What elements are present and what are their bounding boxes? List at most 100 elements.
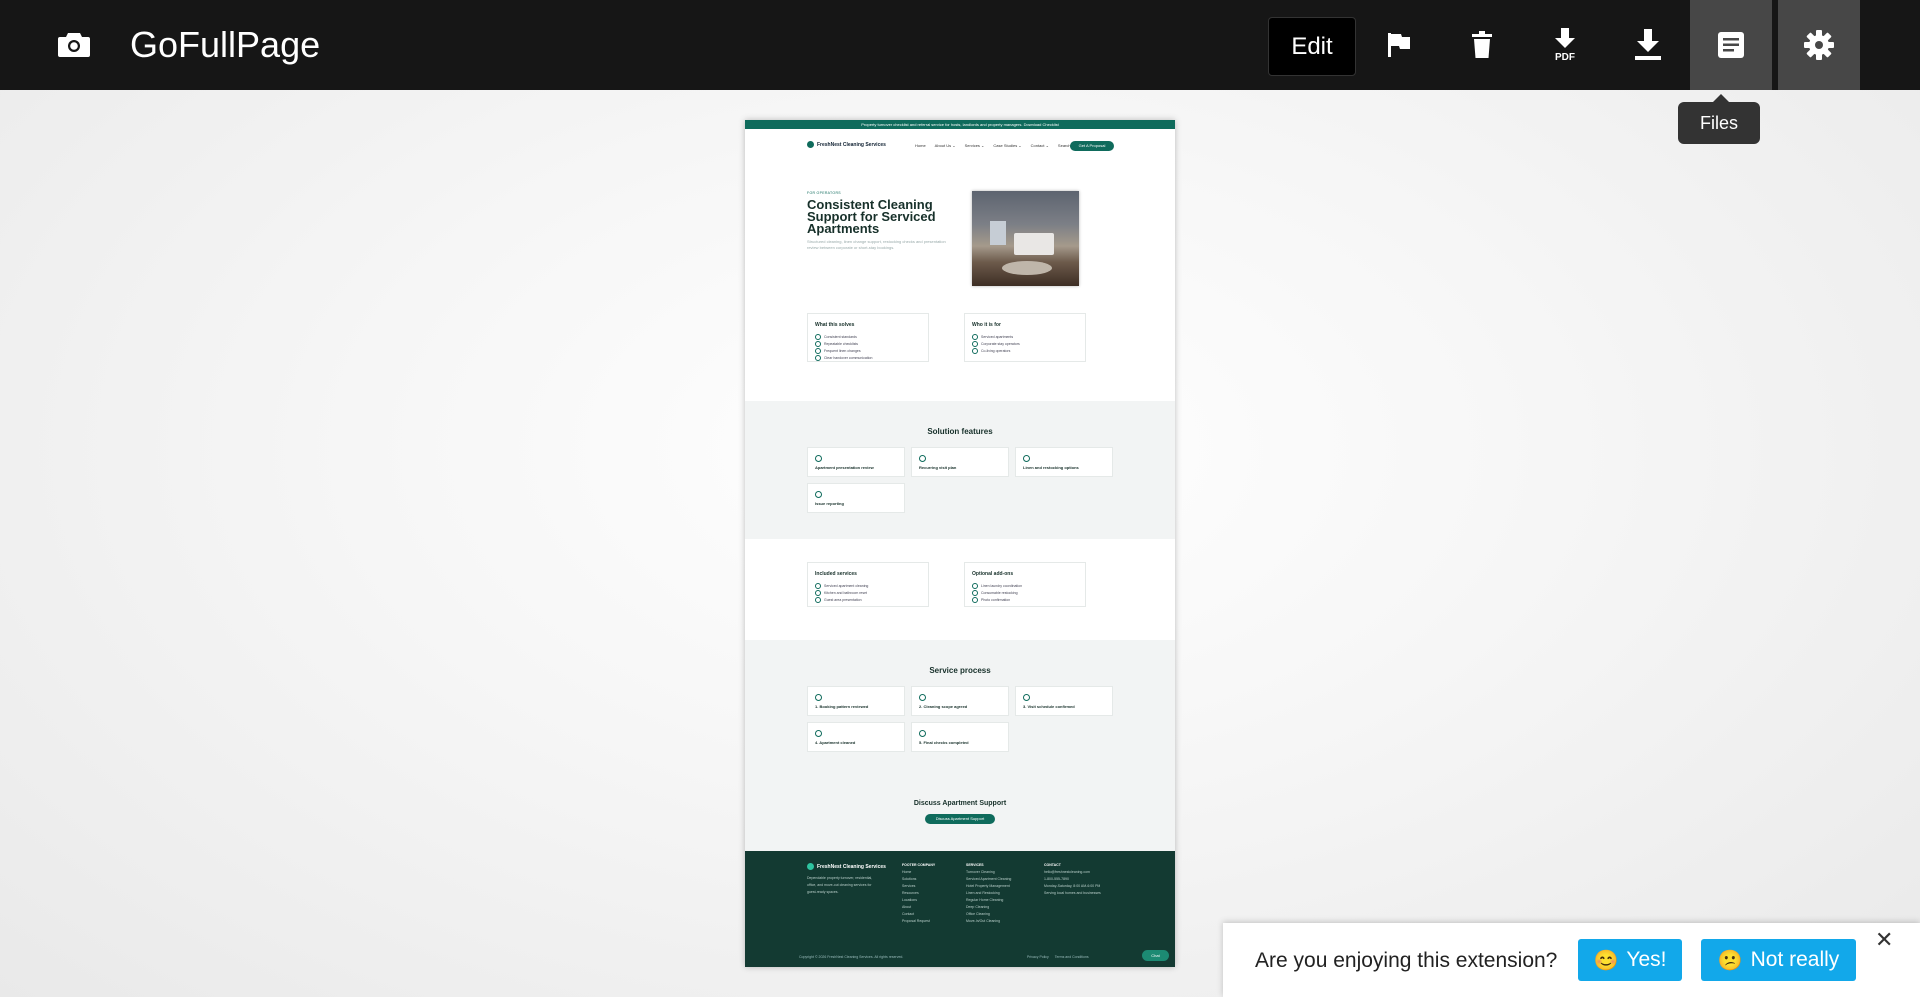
check-icon bbox=[972, 334, 978, 340]
footer-services-column: SERVICES Turnover Cleaning Serviced Apar… bbox=[966, 863, 1012, 923]
process-step-card: 5. Final checks completed bbox=[911, 722, 1009, 752]
check-icon bbox=[972, 341, 978, 347]
preview-nav: FreshNest Cleaning Services Home About U… bbox=[745, 129, 1175, 157]
footer-contact-column: CONTACT hello@freshnestcleaning.com 1-80… bbox=[1044, 863, 1101, 895]
card-title: Who it is for bbox=[972, 322, 1001, 328]
preview-menu-item: Services ⌄ bbox=[964, 143, 985, 148]
check-icon bbox=[1023, 455, 1030, 462]
brand: GoFullPage bbox=[58, 24, 320, 66]
list-item: Serviced apartment cleaning bbox=[815, 583, 868, 589]
flag-icon bbox=[1388, 33, 1410, 57]
check-icon bbox=[972, 590, 978, 596]
edit-button[interactable]: Edit bbox=[1268, 17, 1356, 76]
confused-emoji-icon: 😕 bbox=[1717, 949, 1743, 972]
app-title: GoFullPage bbox=[130, 24, 321, 65]
preview-menu-item: Case Studies ⌄ bbox=[993, 143, 1022, 148]
leaf-logo-icon bbox=[807, 141, 814, 148]
list-item: Repeatable checklists bbox=[815, 341, 858, 347]
check-icon bbox=[815, 491, 822, 498]
preview-menu-item: Contact ⌄ bbox=[1030, 143, 1049, 148]
download-image-button[interactable] bbox=[1607, 0, 1689, 90]
check-icon bbox=[815, 341, 821, 347]
feature-card: Issue reporting bbox=[807, 483, 905, 513]
footer-copyright: Copyright © 2026 FreshNest Cleaning Serv… bbox=[799, 955, 904, 959]
discuss-button: Discuss Apartment Support bbox=[925, 814, 995, 824]
footer-chat-button: Chat bbox=[1142, 950, 1169, 961]
card-title: Included services bbox=[815, 571, 857, 577]
leaf-logo-icon bbox=[807, 863, 814, 870]
captured-page-preview[interactable]: Property turnover checklist and referral… bbox=[745, 120, 1175, 967]
preview-menu-item: Search bbox=[1057, 143, 1071, 148]
check-icon bbox=[919, 694, 926, 701]
files-tooltip: Files bbox=[1678, 94, 1760, 144]
close-icon[interactable]: ✕ bbox=[1875, 927, 1893, 953]
check-icon bbox=[972, 597, 978, 603]
feature-card: Recurring visit plan bbox=[911, 447, 1009, 477]
process-step-card: 1. Booking pattern reviewed bbox=[807, 686, 905, 716]
preview-announcement-bar: Property turnover checklist and referral… bbox=[745, 120, 1175, 129]
included-services-card: Included services Serviced apartment cle… bbox=[807, 562, 929, 607]
check-icon bbox=[815, 730, 822, 737]
check-icon bbox=[972, 583, 978, 589]
check-icon bbox=[815, 597, 821, 603]
document-icon bbox=[1718, 32, 1744, 58]
download-pdf-button[interactable]: PDF bbox=[1524, 0, 1606, 90]
footer-blurb: Dependable property turnover, residentia… bbox=[807, 876, 873, 894]
footer-legal: Privacy Policy Terms and Conditions bbox=[1027, 955, 1089, 959]
top-bar: GoFullPage Edit PDF bbox=[0, 0, 1920, 90]
check-icon bbox=[815, 348, 821, 354]
check-icon bbox=[919, 455, 926, 462]
list-item: Linen laundry coordination bbox=[972, 583, 1022, 589]
check-icon bbox=[815, 694, 822, 701]
optional-addons-card: Optional add-ons Linen laundry coordinat… bbox=[964, 562, 1086, 607]
feature-card: Linen and restocking options bbox=[1015, 447, 1113, 477]
bedroom-photo bbox=[972, 191, 1079, 286]
flag-button[interactable] bbox=[1358, 0, 1440, 90]
process-step-card: 4. Apartment cleaned bbox=[807, 722, 905, 752]
check-icon bbox=[815, 355, 821, 361]
list-item: Frequent linen changes bbox=[815, 348, 861, 354]
settings-button[interactable] bbox=[1778, 0, 1860, 90]
footer-company-column: FOOTER COMPANY Home Solutions Services R… bbox=[902, 863, 936, 923]
footer-logo: FreshNest Cleaning Services bbox=[807, 863, 886, 870]
preview-menu-item: About Us ⌄ bbox=[934, 143, 956, 148]
files-button[interactable] bbox=[1690, 0, 1772, 90]
service-process-section: Service process 1. Booking pattern revie… bbox=[745, 640, 1175, 851]
list-item: Serviced apartments bbox=[972, 334, 1013, 340]
check-icon bbox=[972, 348, 978, 354]
delete-button[interactable] bbox=[1441, 0, 1523, 90]
preview-menu-item: Home bbox=[915, 143, 926, 148]
list-item: Photo confirmation bbox=[972, 597, 1010, 603]
gear-icon bbox=[1804, 30, 1834, 60]
process-step-card: 2. Cleaning scope agreed bbox=[911, 686, 1009, 716]
preview-lede: Structured cleaning, linen change suppor… bbox=[807, 239, 946, 250]
yes-button[interactable]: 😊 Yes! bbox=[1578, 939, 1682, 981]
feature-card: Apartment presentation review bbox=[807, 447, 905, 477]
preview-hero: FOR OPERATORS Consistent Cleaning Suppor… bbox=[745, 157, 1175, 287]
preview-logo-text: FreshNest Cleaning Services bbox=[817, 141, 886, 148]
not-really-label: Not really bbox=[1750, 948, 1840, 971]
list-item: Kitchen and bathroom reset bbox=[815, 590, 867, 596]
card-title: What this solves bbox=[815, 322, 855, 328]
preview-kicker: FOR OPERATORS bbox=[807, 191, 841, 195]
list-item: Co-living operators bbox=[972, 348, 1010, 354]
preview-heading: Consistent Cleaning Support for Serviced… bbox=[807, 197, 936, 236]
svg-text:PDF: PDF bbox=[1555, 52, 1575, 62]
list-item: Consumable restocking bbox=[972, 590, 1018, 596]
smile-emoji-icon: 😊 bbox=[1593, 949, 1619, 972]
section-title: Solution features bbox=[927, 427, 993, 436]
check-icon bbox=[815, 583, 821, 589]
yes-label: Yes! bbox=[1626, 948, 1667, 971]
feedback-question: Are you enjoying this extension? bbox=[1255, 949, 1558, 972]
solution-features-section: Solution features Apartment presentation… bbox=[745, 401, 1175, 539]
preview-footer: FreshNest Cleaning Services Dependable p… bbox=[745, 851, 1175, 967]
section-title: Service process bbox=[929, 666, 991, 675]
trash-icon bbox=[1472, 31, 1492, 58]
not-really-button[interactable]: 😕 Not really bbox=[1701, 939, 1856, 981]
download-icon bbox=[1635, 29, 1661, 60]
camera-icon bbox=[58, 33, 90, 57]
check-icon bbox=[815, 455, 822, 462]
list-item: Guest area presentation bbox=[815, 597, 862, 603]
pdf-download-icon: PDF bbox=[1555, 28, 1575, 62]
preview-logo: FreshNest Cleaning Services bbox=[807, 141, 886, 148]
